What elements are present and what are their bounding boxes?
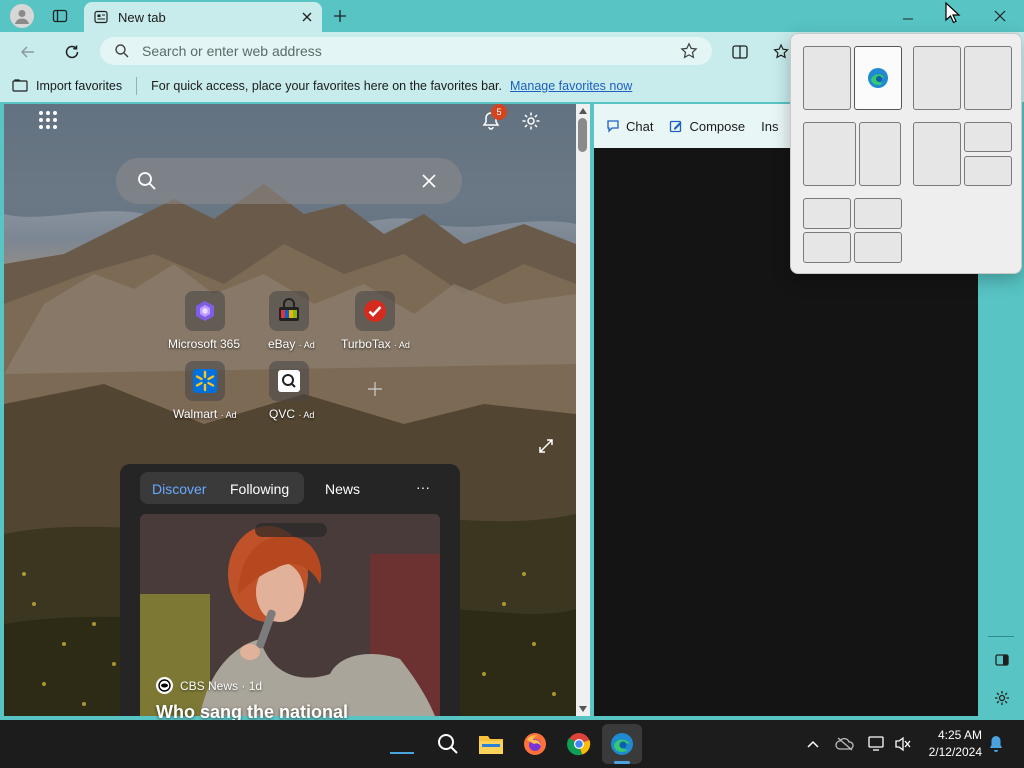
- quicklink-label: Microsoft 365: [168, 337, 241, 351]
- taskbar-search-icon[interactable]: [434, 730, 462, 758]
- split-screen-icon[interactable]: [728, 40, 752, 64]
- notification-center-bell-icon[interactable]: [986, 734, 1006, 754]
- favorites-divider: [136, 77, 138, 95]
- rightbar-divider: [988, 636, 1014, 637]
- import-favorites-icon[interactable]: [12, 78, 28, 94]
- apps-grid-icon[interactable]: [36, 108, 60, 132]
- address-bar[interactable]: Search or enter web address: [100, 37, 712, 65]
- compose-icon: [669, 119, 683, 133]
- onedrive-cloud-icon[interactable]: [834, 735, 856, 753]
- sidebar-tab-chat[interactable]: Chat: [606, 119, 653, 134]
- snap-zone[interactable]: [803, 198, 851, 229]
- close-window-icon[interactable]: [990, 6, 1010, 26]
- scroll-up-arrow-icon[interactable]: [577, 106, 589, 116]
- story-source: CBS News · 1d: [180, 679, 263, 693]
- feed-more-button[interactable]: ···: [416, 479, 430, 495]
- start-indicator[interactable]: [390, 752, 414, 754]
- edge-active-indicator: [614, 761, 630, 764]
- snap-zone[interactable]: [964, 122, 1012, 152]
- quicklink-label: QVC · Ad: [269, 407, 315, 421]
- back-icon[interactable]: [16, 40, 40, 64]
- snap-zone[interactable]: [803, 122, 856, 186]
- snap-zone[interactable]: [913, 122, 961, 186]
- sidebar-tab-insights[interactable]: Ins: [761, 119, 778, 134]
- snap-zone[interactable]: [803, 46, 851, 110]
- clear-search-icon[interactable]: [418, 170, 440, 192]
- sidebar-tab-compose[interactable]: Compose: [669, 119, 745, 134]
- edge-taskbar-icon[interactable]: [608, 730, 636, 758]
- snap-zone[interactable]: [854, 232, 902, 263]
- edge-logo-icon: [867, 67, 889, 89]
- hide-sidebar-icon[interactable]: [992, 650, 1012, 670]
- quicklink-label: TurboTax · Ad: [341, 337, 410, 351]
- notification-count-badge: 5: [491, 104, 507, 120]
- mouse-pointer-icon: [944, 1, 962, 24]
- quicklink-ebay-tile[interactable]: [269, 291, 309, 331]
- manage-favorites-link[interactable]: Manage favorites now: [510, 79, 632, 93]
- tab-title: New tab: [118, 9, 166, 25]
- scrollbar-thumb[interactable]: [578, 118, 587, 152]
- snap-zone[interactable]: [859, 122, 901, 186]
- page-settings-gear-icon[interactable]: [518, 108, 544, 134]
- carousel-dots[interactable]: [255, 523, 327, 537]
- expand-icon[interactable]: [536, 436, 556, 456]
- new-tab-plus-icon[interactable]: [330, 6, 350, 26]
- volume-muted-icon[interactable]: [892, 735, 914, 753]
- quicklink-turbotax-tile[interactable]: [355, 291, 395, 331]
- sidebar-settings-gear-icon[interactable]: [992, 688, 1012, 708]
- import-favorites-button[interactable]: Import favorites: [36, 79, 122, 93]
- new-tab-page-icon: [94, 10, 108, 24]
- tab-new-tab[interactable]: New tab: [84, 2, 322, 32]
- microsoft365-icon: [193, 299, 217, 323]
- file-explorer-icon[interactable]: [477, 730, 505, 758]
- network-icon[interactable]: [866, 735, 888, 753]
- add-quicklink-plus-icon[interactable]: [362, 376, 388, 402]
- vertical-scrollbar[interactable]: [576, 104, 590, 716]
- refresh-icon[interactable]: [60, 40, 84, 64]
- newtab-search-icon: [136, 170, 158, 192]
- minimize-icon[interactable]: [898, 6, 918, 26]
- tab-actions-icon[interactable]: [50, 6, 70, 26]
- snap-zone[interactable]: [803, 232, 851, 263]
- quicklink-qvc-tile[interactable]: [269, 361, 309, 401]
- ebay-bag-icon: [276, 298, 302, 324]
- turbotax-check-icon: [362, 298, 388, 324]
- snap-zone[interactable]: [964, 46, 1012, 110]
- snap-zone[interactable]: [964, 156, 1012, 186]
- quicklink-label: eBay · Ad: [268, 337, 315, 351]
- profile-avatar-icon[interactable]: [10, 4, 34, 28]
- taskbar-clock-date[interactable]: 2/12/2024: [920, 745, 982, 759]
- feed-tab-discover[interactable]: Discover: [152, 481, 206, 497]
- walmart-spark-icon: [192, 368, 218, 394]
- newtab-search-box[interactable]: [116, 158, 462, 204]
- feed-tab-following[interactable]: Following: [230, 481, 289, 497]
- show-hidden-icons-chevron-icon[interactable]: [804, 735, 822, 753]
- qvc-icon: [277, 369, 301, 393]
- snap-layouts-flyout: [790, 33, 1022, 274]
- favorite-star-icon[interactable]: [680, 42, 698, 60]
- cbs-news-logo-icon: [156, 677, 173, 694]
- address-input[interactable]: Search or enter web address: [142, 43, 668, 59]
- tab-close-icon[interactable]: [302, 12, 312, 22]
- sidebar-tabs: Chat Compose Ins: [594, 104, 814, 148]
- firefox-icon[interactable]: [521, 730, 549, 758]
- snap-zone[interactable]: [913, 46, 961, 110]
- snap-zone-active[interactable]: [854, 46, 902, 110]
- feed-tab-news[interactable]: News: [325, 481, 360, 497]
- chat-icon: [606, 119, 620, 133]
- taskbar-clock-time[interactable]: 4:25 AM: [922, 728, 982, 742]
- snap-zone[interactable]: [854, 198, 902, 229]
- quicklink-label: Walmart · Ad: [173, 407, 237, 421]
- chrome-icon[interactable]: [565, 730, 593, 758]
- quicklink-microsoft365-tile[interactable]: [185, 291, 225, 331]
- sidebar-tab-compose-label: Compose: [689, 118, 746, 134]
- quicklink-walmart-tile[interactable]: [185, 361, 225, 401]
- sidebar-tab-chat-label: Chat: [626, 118, 654, 134]
- search-icon: [114, 43, 130, 59]
- scroll-down-arrow-icon[interactable]: [577, 704, 589, 714]
- favorites-hint-text: For quick access, place your favorites h…: [151, 79, 503, 93]
